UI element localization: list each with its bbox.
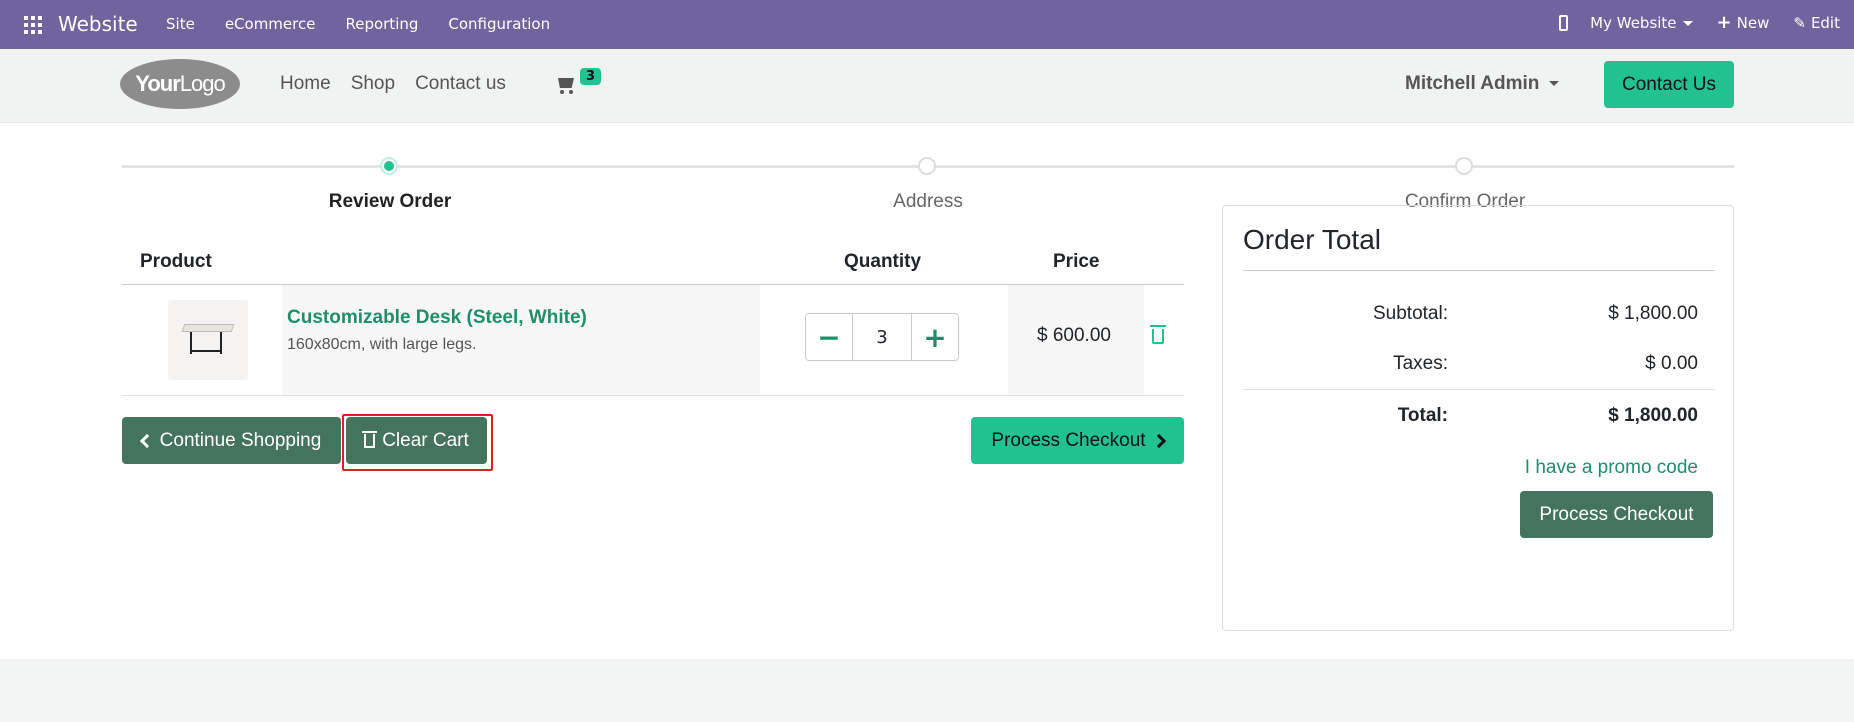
continue-shopping-button[interactable]: Continue Shopping xyxy=(122,417,341,464)
subtotal-label: Subtotal: xyxy=(1373,303,1448,324)
step-dot-confirm xyxy=(1455,157,1473,175)
logo-text-bold: Your xyxy=(135,71,180,96)
new-button[interactable]: + New xyxy=(1716,12,1770,33)
website-selector-label: My Website xyxy=(1590,14,1677,32)
admin-menu: Site eCommerce Reporting Configuration xyxy=(166,15,580,33)
menu-site[interactable]: Site xyxy=(166,15,195,33)
product-name-link[interactable]: Customizable Desk (Steel, White) xyxy=(287,307,587,329)
quantity-input[interactable]: 3 xyxy=(853,313,911,361)
app-name[interactable]: Website xyxy=(58,12,138,36)
line-price: $ 600.00 xyxy=(1037,325,1111,346)
user-name: Mitchell Admin xyxy=(1405,73,1540,94)
chevron-down-icon xyxy=(1549,81,1560,87)
column-header-product: Product xyxy=(140,251,212,272)
quantity-stepper: − 3 + xyxy=(805,313,959,361)
continue-shopping-label: Continue Shopping xyxy=(159,429,322,451)
column-header-price: Price xyxy=(1053,251,1100,272)
chevron-left-icon xyxy=(139,433,154,448)
menu-ecommerce[interactable]: eCommerce xyxy=(225,15,316,33)
product-thumbnail[interactable] xyxy=(168,300,248,380)
product-description: 160x80cm, with large legs. xyxy=(287,336,477,353)
admin-topbar: Website Site eCommerce Reporting Configu… xyxy=(0,0,1854,49)
apps-grid-icon[interactable] xyxy=(24,16,42,34)
total-value: $ 1,800.00 xyxy=(1608,405,1698,426)
user-menu[interactable]: Mitchell Admin xyxy=(1405,73,1560,95)
highlight-box xyxy=(342,414,493,471)
cart-icon[interactable] xyxy=(556,73,578,95)
site-nav: Home Shop Contact us xyxy=(280,73,526,95)
site-header: Your Logo Home Shop Contact us 3 Mitchell… xyxy=(0,49,1854,123)
new-label: New xyxy=(1736,14,1770,32)
order-total-title: Order Total xyxy=(1243,224,1381,255)
edit-label: Edit xyxy=(1810,14,1840,32)
website-selector[interactable]: My Website xyxy=(1590,14,1693,32)
page-footer xyxy=(0,659,1854,722)
step-dot-address xyxy=(918,157,936,175)
plus-icon: + xyxy=(1716,12,1732,33)
cart-count-badge[interactable]: 3 xyxy=(580,68,602,85)
process-checkout-label: Process Checkout xyxy=(991,429,1146,451)
order-total-panel: Order Total Subtotal: $ 1,800.00 Taxes: … xyxy=(1222,205,1734,631)
site-logo[interactable]: Your Logo xyxy=(120,59,240,109)
pencil-icon: ✎ xyxy=(1793,14,1806,32)
nav-contact-us[interactable]: Contact us xyxy=(415,73,506,95)
process-checkout-button[interactable]: Process Checkout xyxy=(971,417,1184,464)
menu-configuration[interactable]: Configuration xyxy=(448,15,550,33)
chevron-right-icon xyxy=(1151,433,1166,448)
menu-reporting[interactable]: Reporting xyxy=(345,15,418,33)
step-dot-review xyxy=(380,157,398,175)
subtotal-value: $ 1,800.00 xyxy=(1608,303,1698,324)
decrease-quantity-button[interactable]: − xyxy=(805,313,853,361)
step-review-order: Review Order xyxy=(328,191,452,212)
trash-icon[interactable] xyxy=(1150,325,1166,344)
edit-button[interactable]: ✎ Edit xyxy=(1793,14,1840,32)
column-header-quantity: Quantity xyxy=(844,251,922,272)
total-label: Total: xyxy=(1397,405,1448,426)
logo-text-thin: Logo xyxy=(179,71,226,96)
contact-us-button[interactable]: Contact Us xyxy=(1604,61,1734,108)
taxes-label: Taxes: xyxy=(1393,353,1448,374)
mobile-preview-icon[interactable] xyxy=(1559,15,1569,31)
summary-divider xyxy=(1243,389,1715,390)
main-content: Review Order Address Confirm Order Produ… xyxy=(0,123,1854,659)
summary-divider xyxy=(1243,270,1715,271)
summary-process-checkout-button[interactable]: Process Checkout xyxy=(1520,491,1713,538)
promo-code-link[interactable]: I have a promo code xyxy=(1525,457,1698,479)
topbar-actions: My Website + New ✎ Edit xyxy=(1559,14,1840,32)
chevron-down-icon xyxy=(1682,21,1693,26)
nav-shop[interactable]: Shop xyxy=(351,73,395,95)
table-row-divider xyxy=(122,395,1184,396)
step-address: Address xyxy=(893,191,963,212)
increase-quantity-button[interactable]: + xyxy=(911,313,959,361)
nav-home[interactable]: Home xyxy=(280,73,331,95)
taxes-value: $ 0.00 xyxy=(1645,353,1698,374)
